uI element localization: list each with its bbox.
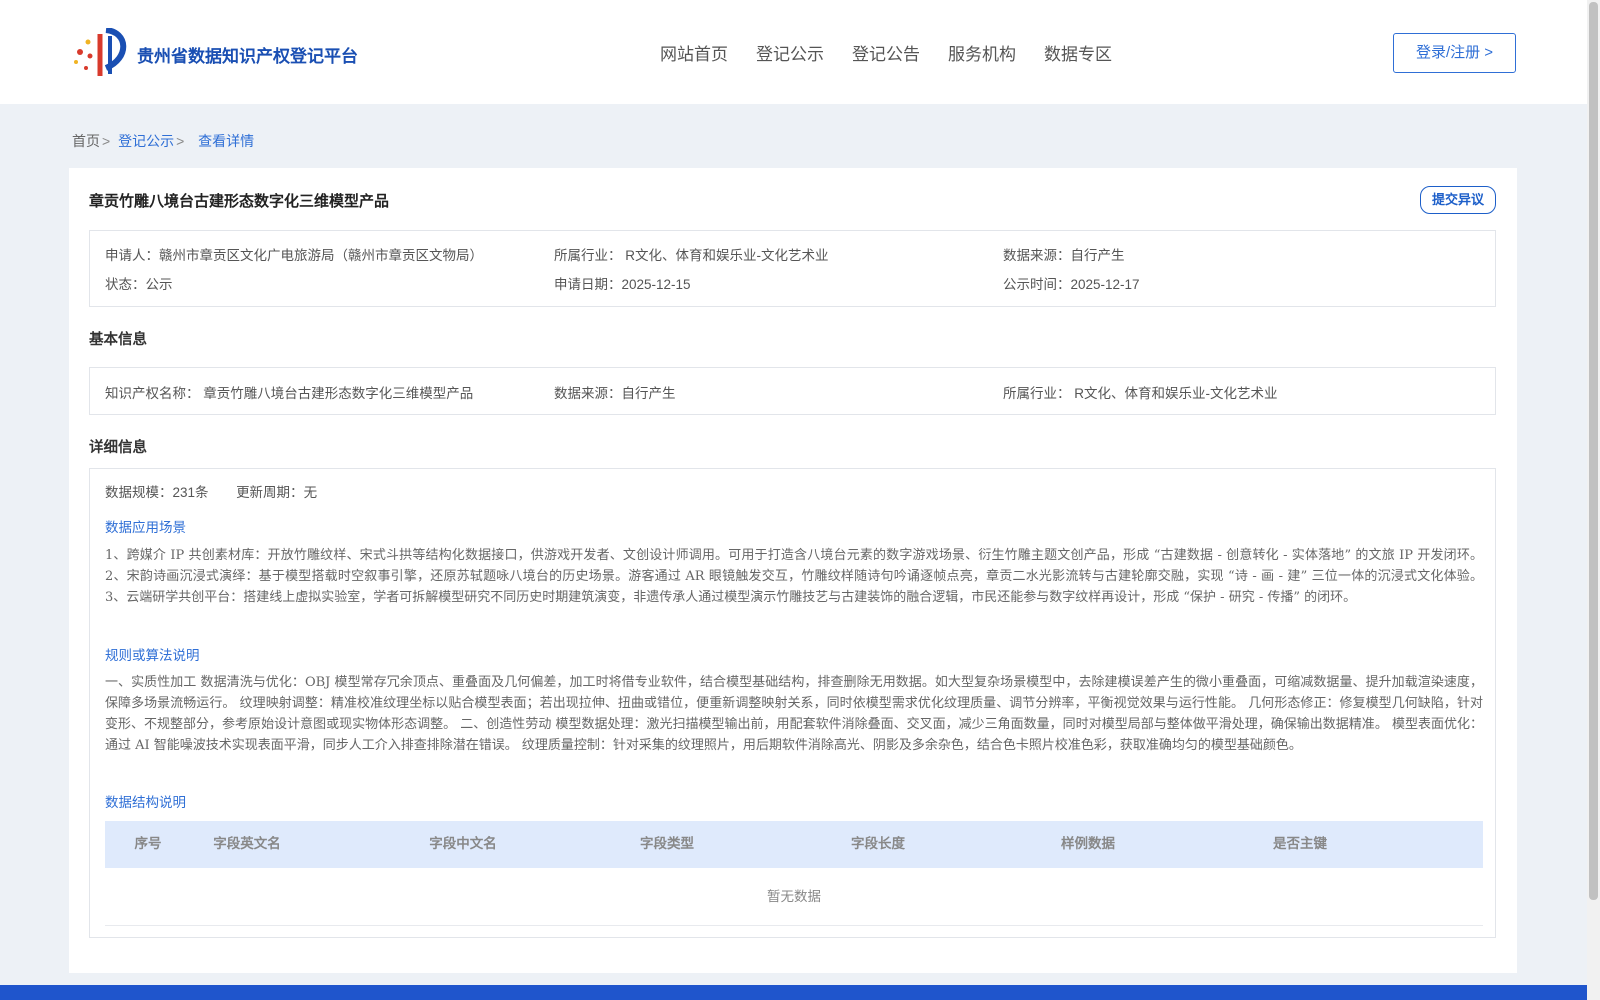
rules-algorithm-title: 规则或算法说明	[105, 648, 200, 663]
data-structure-title: 数据结构说明	[105, 795, 186, 810]
basic-info-box: 知识产权名称： 章贡竹雕八境台古建形态数字化三维模型产品 数据来源：自行产生 所…	[89, 367, 1496, 415]
basic-info-title: 基本信息	[89, 331, 147, 348]
industry-value: R文化、体育和娱乐业-文化艺术业	[625, 248, 829, 263]
column-header-primary-key: 是否主键	[1273, 836, 1327, 852]
submit-objection-button[interactable]: 提交异议	[1420, 186, 1496, 214]
publish-time-field: 公示时间：2025-12-17	[1003, 273, 1140, 293]
detail-info-box: 数据规模：231条 更新周期：无 数据应用场景 1、跨媒介 IP 共创素材库：开…	[89, 468, 1496, 938]
basic-industry-field: 所属行业： R文化、体育和娱乐业-文化艺术业	[1003, 382, 1278, 402]
table-empty-state: 暂无数据	[105, 868, 1483, 926]
basic-industry-value: R文化、体育和娱乐业-文化艺术业	[1074, 386, 1278, 401]
data-scale-label: 数据规模：	[105, 485, 173, 500]
basic-source-field: 数据来源：自行产生	[554, 382, 676, 402]
detail-card: 章贡竹雕八境台古建形态数字化三维模型产品 提交异议 申请人：赣州市章贡区文化广电…	[69, 168, 1517, 973]
login-register-button[interactable]: 登录/注册 >	[1393, 33, 1516, 73]
update-cycle-value: 无	[303, 485, 318, 500]
column-header-index: 序号	[134, 836, 162, 852]
apply-date-value: 2025-12-15	[621, 277, 691, 292]
status-label: 状态：	[105, 277, 146, 292]
nav-registration-announcement[interactable]: 登记公告	[852, 40, 920, 65]
breadcrumb-publicity[interactable]: 登记公示	[118, 133, 174, 149]
platform-name[interactable]: 贵州省数据知识产权登记平台	[137, 42, 358, 67]
rules-algorithm-text: 一、实质性加工 数据清洗与优化：OBJ 模型常存冗余顶点、重叠面及几何偏差，加工…	[105, 675, 1483, 753]
summary-box: 申请人：赣州市章贡区文化广电旅游局（赣州市章贡区文物局） 所属行业： R文化、体…	[89, 230, 1496, 307]
site-footer	[0, 985, 1587, 1000]
application-scenario-title: 数据应用场景	[105, 520, 186, 535]
update-cycle-label: 更新周期：	[236, 485, 304, 500]
breadcrumb: 首页 > 登记公示 > 查看详情	[72, 131, 254, 151]
main-nav: 网站首页 登记公示 登记公告 服务机构 数据专区	[660, 40, 1112, 65]
applicant-field: 申请人：赣州市章贡区文化广电旅游局（赣州市章贡区文物局）	[105, 244, 483, 264]
scale-cycle-row: 数据规模：231条 更新周期：无	[105, 481, 317, 501]
column-header-chinese-name: 字段中文名	[429, 836, 497, 852]
apply-date-field: 申请日期：2025-12-15	[554, 273, 691, 293]
data-source-field: 数据来源：自行产生	[1003, 244, 1125, 264]
ip-name-value: 章贡竹雕八境台古建形态数字化三维模型产品	[203, 386, 474, 401]
breadcrumb-home[interactable]: 首页	[72, 133, 100, 149]
publish-time-label: 公示时间：	[1003, 277, 1071, 292]
data-source-label: 数据来源：	[1003, 248, 1071, 263]
nav-service-agencies[interactable]: 服务机构	[948, 40, 1016, 65]
application-scenario-text: 1、跨媒介 IP 共创素材库：开放竹雕纹样、宋式斗拱等结构化数据接口，供游戏开发…	[105, 548, 1483, 605]
breadcrumb-current: 查看详情	[198, 133, 255, 149]
data-structure-table-header: 序号 字段英文名 字段中文名 字段类型 字段长度 样例数据 是否主键	[105, 821, 1483, 868]
column-header-field-length: 字段长度	[851, 836, 905, 852]
status-value: 公示	[145, 277, 173, 292]
data-source-value: 自行产生	[1070, 248, 1125, 263]
site-header: 贵州省数据知识产权登记平台 网站首页 登记公示 登记公告 服务机构 数据专区 登…	[0, 0, 1587, 104]
column-header-english-name: 字段英文名	[213, 836, 281, 852]
data-scale-value: 231条	[172, 485, 209, 500]
apply-date-label: 申请日期：	[554, 277, 622, 292]
breadcrumb-separator: >	[102, 133, 111, 149]
basic-industry-label: 所属行业：	[1003, 386, 1071, 401]
column-header-field-type: 字段类型	[640, 836, 694, 852]
ip-name-field: 知识产权名称： 章贡竹雕八境台古建形态数字化三维模型产品	[105, 382, 473, 402]
basic-source-value: 自行产生	[621, 386, 676, 401]
industry-field: 所属行业： R文化、体育和娱乐业-文化艺术业	[554, 244, 829, 264]
platform-logo-icon	[74, 28, 127, 76]
page-title: 章贡竹雕八境台古建形态数字化三维模型产品	[89, 192, 390, 210]
column-header-sample-data: 样例数据	[1061, 836, 1115, 852]
publish-time-value: 2025-12-17	[1070, 277, 1140, 292]
applicant-value: 赣州市章贡区文化广电旅游局（赣州市章贡区文物局）	[159, 248, 483, 263]
detail-info-title: 详细信息	[89, 439, 147, 456]
breadcrumb-separator: >	[176, 133, 185, 149]
status-field: 状态：公示	[105, 273, 173, 293]
nav-registration-publicity[interactable]: 登记公示	[756, 40, 824, 65]
nav-data-zone[interactable]: 数据专区	[1044, 40, 1112, 65]
page-scrollbar-thumb[interactable]	[1589, 2, 1598, 900]
applicant-label: 申请人：	[105, 248, 159, 263]
basic-source-label: 数据来源：	[554, 386, 622, 401]
nav-home[interactable]: 网站首页	[660, 40, 728, 65]
industry-label: 所属行业：	[554, 248, 622, 263]
ip-name-label: 知识产权名称：	[105, 386, 200, 401]
